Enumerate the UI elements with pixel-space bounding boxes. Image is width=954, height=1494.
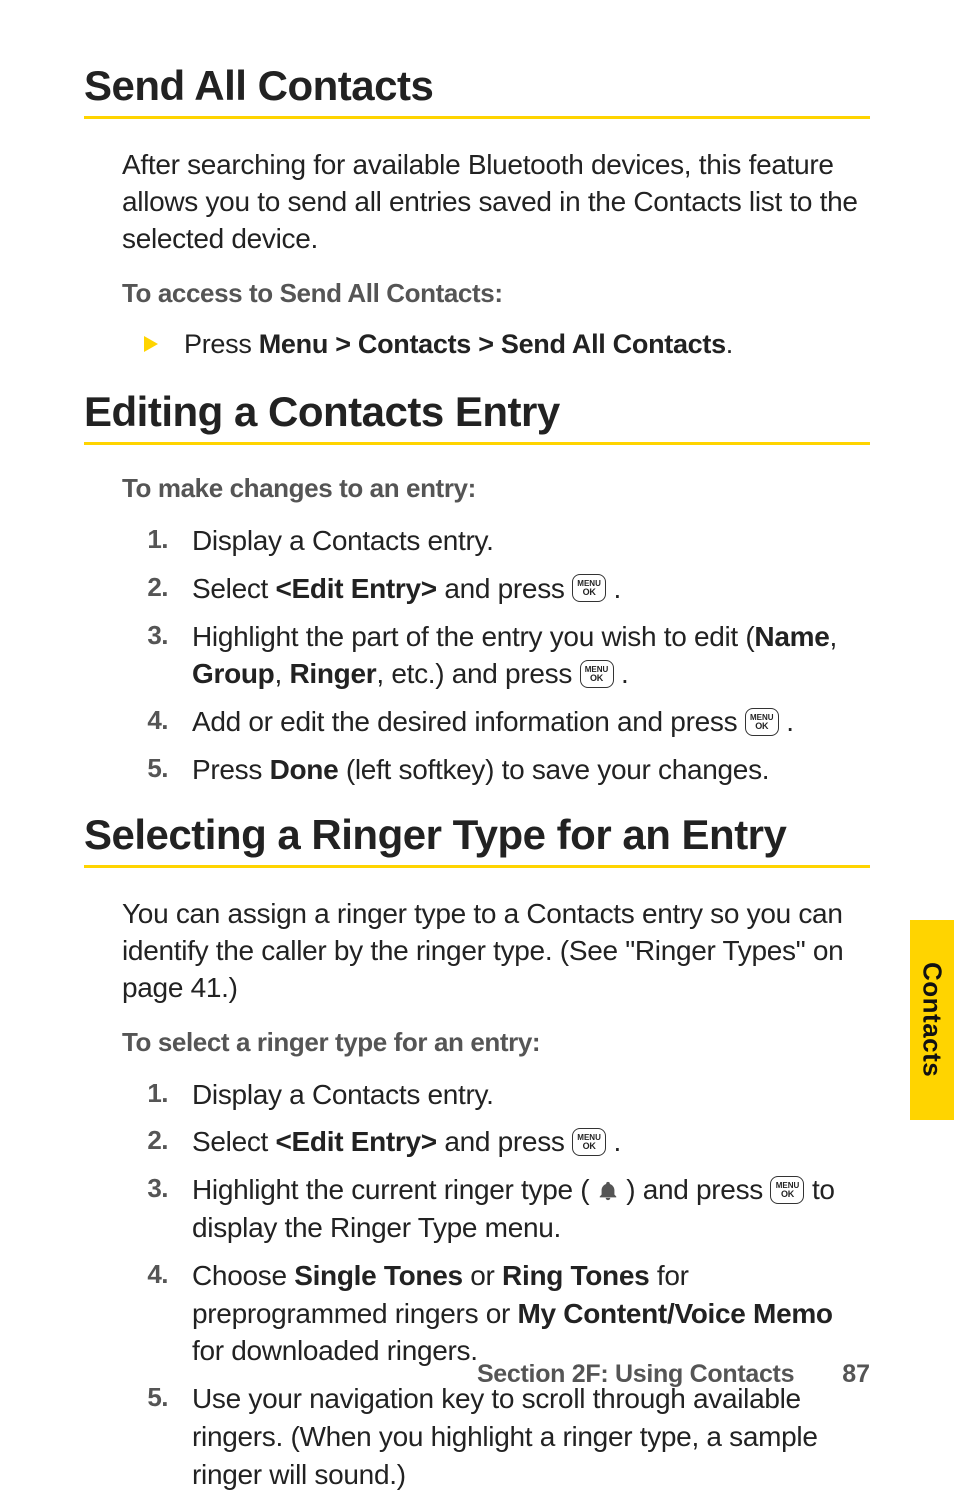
step-number: 3. bbox=[142, 618, 168, 694]
menu-ok-key-icon: MENUOK bbox=[572, 1128, 606, 1156]
menu-ok-key-icon: MENUOK bbox=[572, 574, 606, 602]
heading-editing-contacts: Editing a Contacts Entry bbox=[84, 388, 870, 445]
step-text: Highlight the current ringer type ( ) an… bbox=[192, 1171, 862, 1247]
heading-selecting-ringer: Selecting a Ringer Type for an Entry bbox=[84, 811, 870, 868]
editing-steps: 1. Display a Contacts entry. 2. Select <… bbox=[122, 522, 862, 789]
send-all-intro: After searching for available Bluetooth … bbox=[122, 147, 862, 258]
step-text: Select <Edit Entry> and press MENUOK . bbox=[192, 570, 621, 608]
step-number: 5. bbox=[142, 751, 168, 789]
step-number: 2. bbox=[142, 1123, 168, 1161]
send-all-bullet: Press Menu > Contacts > Send All Contact… bbox=[122, 327, 862, 362]
step-number: 1. bbox=[142, 1076, 168, 1114]
ringer-intro: You can assign a ringer type to a Contac… bbox=[122, 896, 862, 1007]
step-text: Display a Contacts entry. bbox=[192, 1076, 494, 1114]
side-tab-contacts: Contacts bbox=[910, 920, 954, 1120]
side-tab-label: Contacts bbox=[917, 962, 948, 1077]
step-text: Add or edit the desired information and … bbox=[192, 703, 794, 741]
bell-icon bbox=[597, 1180, 619, 1202]
step-number: 2. bbox=[142, 570, 168, 608]
step-number: 1. bbox=[142, 522, 168, 560]
send-all-sub: To access to Send All Contacts: bbox=[122, 278, 862, 309]
send-all-bullet-text: Press Menu > Contacts > Send All Contact… bbox=[184, 327, 733, 362]
menu-ok-key-icon: MENUOK bbox=[580, 660, 614, 688]
step-text: Choose Single Tones or Ring Tones for pr… bbox=[192, 1257, 862, 1370]
menu-ok-key-icon: MENUOK bbox=[745, 708, 779, 736]
step-text: Display a Contacts entry. bbox=[192, 522, 494, 560]
step-text: Use your navigation key to scroll throug… bbox=[192, 1380, 862, 1493]
editing-sub: To make changes to an entry: bbox=[122, 473, 862, 504]
step-number: 3. bbox=[142, 1171, 168, 1247]
page-footer: Section 2F: Using Contacts 87 bbox=[0, 1360, 954, 1389]
step-text: Select <Edit Entry> and press MENUOK . bbox=[192, 1123, 621, 1161]
step-number: 4. bbox=[142, 703, 168, 741]
heading-send-all-contacts: Send All Contacts bbox=[84, 62, 870, 119]
triangle-bullet-icon bbox=[142, 327, 160, 362]
menu-ok-key-icon: MENUOK bbox=[770, 1176, 804, 1204]
step-text: Press Done (left softkey) to save your c… bbox=[192, 751, 769, 789]
footer-page-number: 87 bbox=[842, 1360, 870, 1389]
ringer-sub: To select a ringer type for an entry: bbox=[122, 1027, 862, 1058]
footer-section: Section 2F: Using Contacts bbox=[477, 1360, 794, 1389]
step-number: 4. bbox=[142, 1257, 168, 1370]
step-text: Highlight the part of the entry you wish… bbox=[192, 618, 862, 694]
step-number: 5. bbox=[142, 1380, 168, 1493]
